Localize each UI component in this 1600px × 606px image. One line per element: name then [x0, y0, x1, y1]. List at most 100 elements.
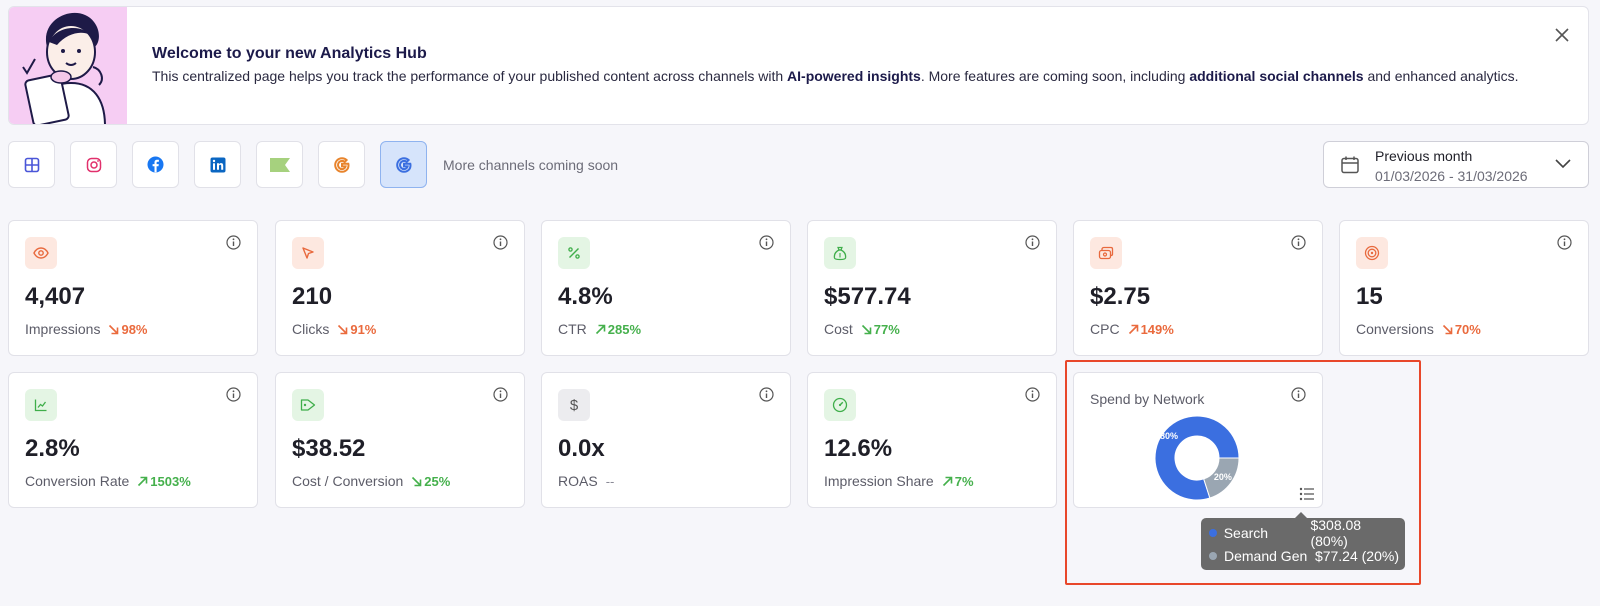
metric-label: Cost — [824, 321, 853, 337]
channel-flag-button[interactable] — [256, 141, 303, 188]
info-icon[interactable] — [226, 387, 241, 402]
channel-linkedin-button[interactable] — [194, 141, 241, 188]
date-range-label: Previous month — [1375, 148, 1473, 164]
chart-title: Spend by Network — [1090, 391, 1205, 407]
channel-facebook-button[interactable] — [132, 141, 179, 188]
close-icon[interactable] — [1552, 25, 1572, 45]
info-icon[interactable] — [1291, 235, 1306, 250]
chart-tooltip: Search $308.08 (80%) Demand Gen $77.24 (… — [1201, 512, 1405, 570]
metric-value: 4.8% — [558, 283, 613, 310]
metric-label: Clicks — [292, 321, 330, 337]
tooltip-row: Demand Gen $77.24 (20%) — [1209, 546, 1399, 566]
metric-delta: 149% — [1128, 322, 1174, 337]
calendar-icon — [1341, 156, 1359, 174]
channel-instagram-button[interactable] — [70, 141, 117, 188]
metric-delta: 98% — [108, 322, 148, 337]
channel-google-button[interactable] — [318, 141, 365, 188]
metric-card-conversion-rate: 2.8% Conversion Rate 1503% — [8, 372, 258, 508]
metric-delta: 1503% — [137, 474, 191, 489]
metric-value: 210 — [292, 283, 333, 310]
donut-label: 80% — [1160, 431, 1178, 441]
arrow-up-right-icon — [138, 476, 148, 486]
metric-value: 12.6% — [824, 435, 893, 462]
linkedin-icon — [210, 157, 225, 172]
donut-label: 20% — [1214, 472, 1232, 482]
arrow-down-right-icon — [1442, 324, 1453, 334]
coins-icon — [1090, 237, 1122, 269]
gauge-icon — [824, 389, 856, 421]
metric-value: $38.52 — [292, 435, 366, 462]
money-bag-icon — [824, 237, 856, 269]
metric-label: Impressions — [25, 321, 101, 337]
dollar-icon: $ — [558, 389, 590, 421]
channel-all-button[interactable] — [8, 141, 55, 188]
target-icon — [1356, 237, 1388, 269]
arrow-up-right-icon — [595, 324, 606, 334]
metric-card-roas: $ 0.0x ROAS -- — [541, 372, 791, 508]
info-icon[interactable] — [226, 235, 241, 250]
google-icon — [395, 156, 412, 173]
banner-description: This centralized page helps you track th… — [152, 68, 1519, 84]
metric-label: Impression Share — [824, 473, 934, 489]
tag-icon — [292, 389, 324, 421]
channel-google-ads-button[interactable] — [380, 141, 427, 188]
metric-card-impression-share: 12.6% Impression Share 7% — [807, 372, 1057, 508]
metric-label: Conversion Rate — [25, 473, 130, 489]
grid-icon — [24, 157, 39, 172]
instagram-icon — [86, 157, 101, 172]
metric-delta: 285% — [595, 322, 641, 337]
spend-by-network-card: Spend by Network 80% 20% — [1073, 372, 1323, 508]
info-icon[interactable] — [493, 387, 508, 402]
info-icon[interactable] — [1025, 387, 1040, 402]
metric-delta: 91% — [337, 322, 376, 337]
metric-card-cost: $577.74 Cost 77% — [807, 220, 1057, 356]
list-icon[interactable] — [1299, 487, 1315, 501]
metric-label: Conversions — [1356, 321, 1434, 337]
info-icon[interactable] — [1557, 235, 1572, 250]
metric-value: 2.8% — [25, 435, 80, 462]
arrow-down-right-icon — [861, 324, 872, 334]
metric-value: $577.74 — [824, 283, 911, 310]
percent-icon — [558, 237, 590, 269]
arrow-down-right-icon — [412, 476, 422, 486]
info-icon[interactable] — [493, 235, 508, 250]
info-icon[interactable] — [1025, 235, 1040, 250]
metric-card-clicks: 210 Clicks 91% — [275, 220, 525, 356]
facebook-icon — [147, 156, 164, 173]
metric-delta: -- — [605, 473, 615, 489]
tooltip-series-value: $308.08 (80%) — [1310, 517, 1362, 549]
arrow-down-right-icon — [109, 324, 119, 334]
metric-delta: 7% — [942, 474, 974, 489]
info-icon[interactable] — [1291, 387, 1306, 402]
metric-delta: 77% — [861, 322, 900, 337]
metric-value: 15 — [1356, 283, 1383, 310]
flag-icon — [269, 157, 290, 172]
metric-card-impressions: 4,407 Impressions 98% — [8, 220, 258, 356]
arrow-down-right-icon — [338, 324, 348, 334]
metric-label: ROAS — [558, 473, 598, 489]
tooltip-series-name: Search — [1223, 525, 1269, 541]
channel-selector: More channels coming soon — [8, 141, 618, 188]
date-range-value: 01/03/2026 - 31/03/2026 — [1375, 168, 1528, 184]
tooltip-row: Search $308.08 (80%) — [1209, 517, 1399, 549]
metric-delta: 25% — [411, 474, 450, 489]
google-icon — [333, 156, 350, 173]
metric-value: 0.0x — [558, 435, 605, 462]
info-icon[interactable] — [759, 387, 774, 402]
metric-card-conversions: 15 Conversions 70% — [1339, 220, 1589, 356]
metric-value: $2.75 — [1090, 283, 1151, 310]
welcome-illustration — [9, 7, 127, 124]
legend-dot — [1209, 552, 1217, 560]
spend-donut-chart[interactable]: 80% 20% — [1152, 413, 1242, 503]
trend-chart-icon — [25, 389, 57, 421]
metric-card-ctr: 4.8% CTR 285% — [541, 220, 791, 356]
info-icon[interactable] — [759, 235, 774, 250]
date-range-picker[interactable]: Previous month 01/03/2026 - 31/03/2026 — [1323, 141, 1589, 188]
banner-title: Welcome to your new Analytics Hub — [152, 45, 427, 62]
legend-dot — [1209, 529, 1217, 537]
arrow-up-right-icon — [942, 476, 953, 486]
tooltip-series-value: $77.24 (20%) — [1314, 548, 1399, 564]
metric-card-cpc: $2.75 CPC 149% — [1073, 220, 1323, 356]
welcome-banner: Welcome to your new Analytics Hub This c… — [8, 6, 1589, 125]
cursor-click-icon — [292, 237, 324, 269]
